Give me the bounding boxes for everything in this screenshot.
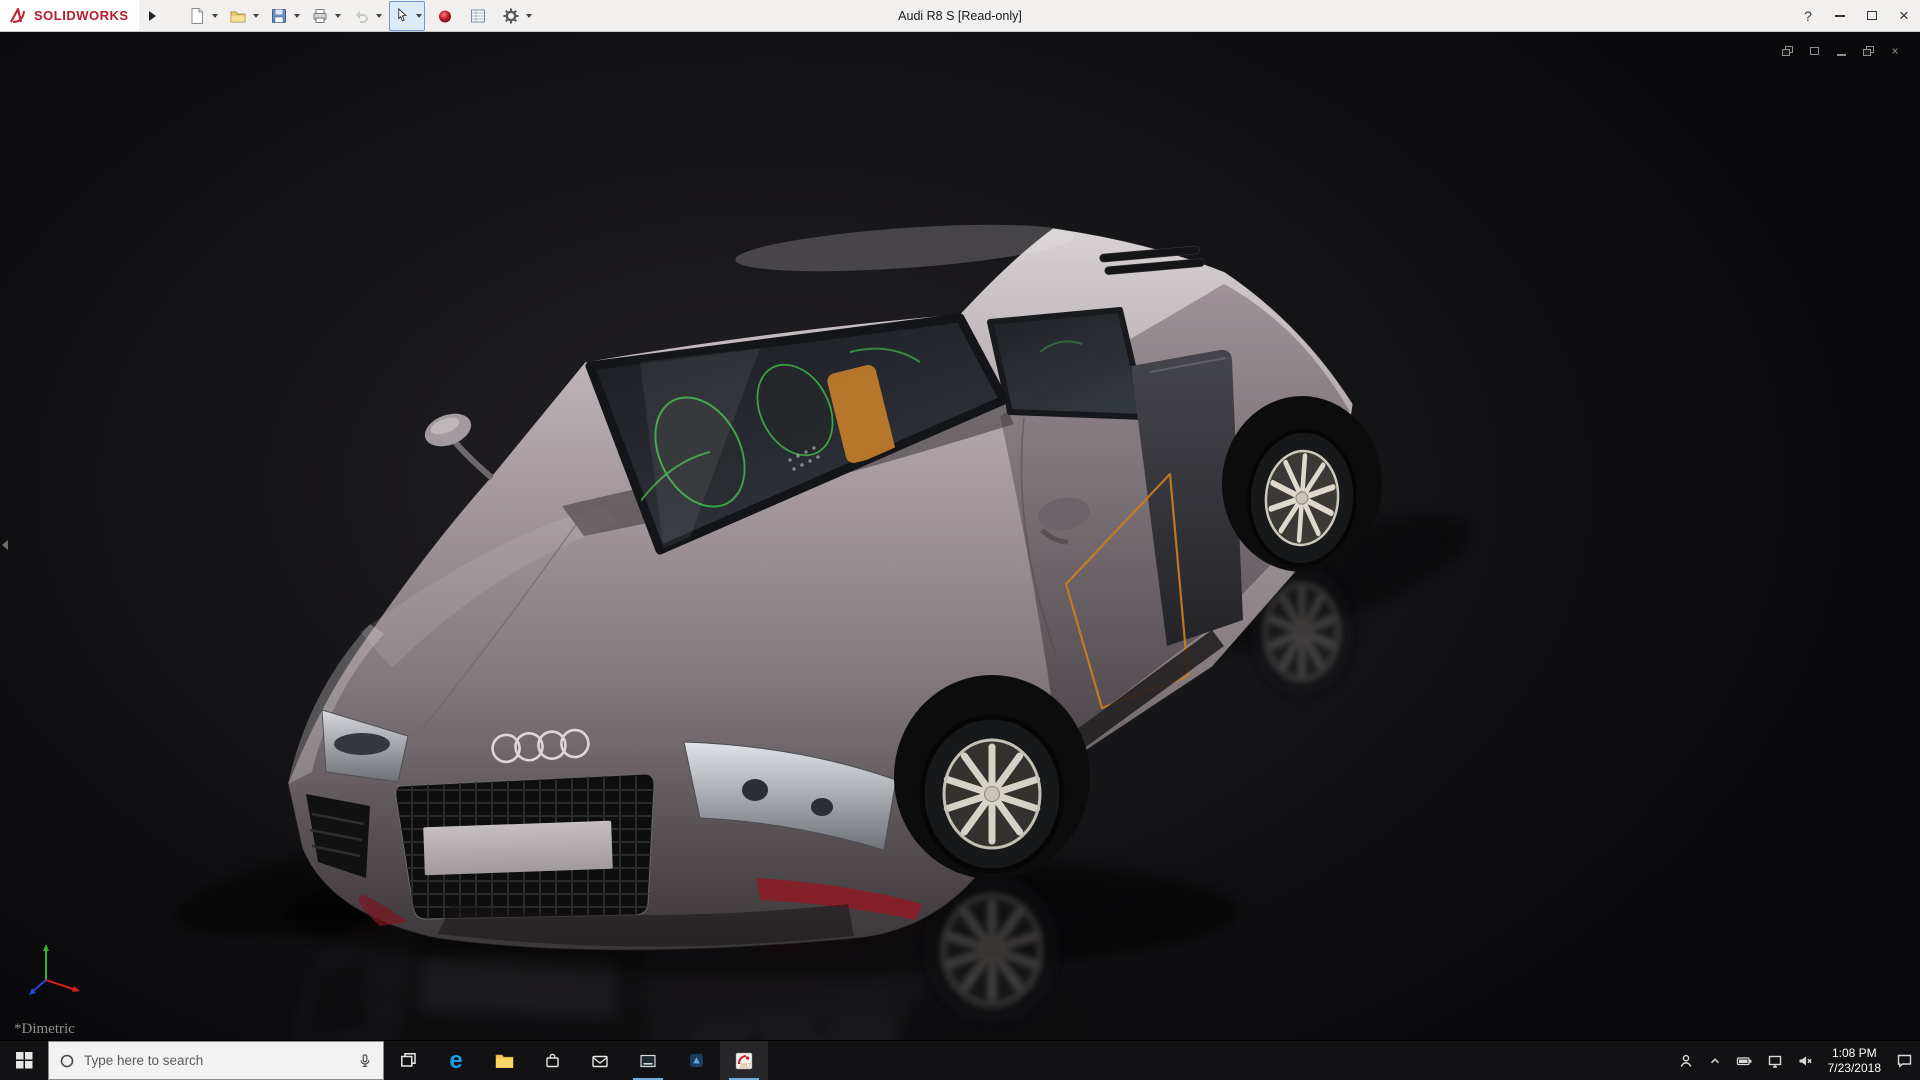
system-tray: 1:08 PM 7/23/2018 — [1671, 1041, 1920, 1080]
store-bag-icon — [544, 1052, 561, 1069]
close-button[interactable]: × — [1888, 0, 1920, 32]
maximize-button[interactable] — [1856, 0, 1888, 32]
doc-cascade-icon[interactable] — [1780, 44, 1794, 58]
solidworks-logo[interactable]: SOLIDWORKS — [0, 0, 139, 31]
solidworks-app[interactable]: 2017 — [720, 1041, 768, 1080]
file-explorer-app[interactable] — [480, 1041, 528, 1080]
orientation-triad — [24, 940, 88, 996]
action-center-button[interactable] — [1889, 1041, 1920, 1080]
select-button[interactable] — [392, 5, 414, 27]
people-icon[interactable] — [1671, 1041, 1701, 1080]
new-document-button[interactable] — [184, 3, 210, 29]
options-button[interactable] — [498, 3, 524, 29]
clock-time: 1:08 PM — [1832, 1046, 1877, 1061]
print-button[interactable] — [307, 3, 333, 29]
table-icon — [469, 7, 487, 25]
open-button[interactable] — [225, 3, 251, 29]
save-button[interactable] — [266, 3, 292, 29]
volume-muted-icon[interactable] — [1790, 1041, 1820, 1080]
battery-icon[interactable] — [1729, 1041, 1760, 1080]
undo-caret[interactable] — [376, 14, 382, 18]
menu-flyout-arrow-icon[interactable] — [149, 11, 156, 21]
select-tool-group — [389, 1, 425, 31]
print-icon — [311, 7, 329, 25]
microphone-icon[interactable] — [357, 1053, 373, 1069]
select-caret[interactable] — [416, 14, 422, 18]
task-view-icon — [400, 1052, 417, 1069]
undo-button[interactable] — [348, 3, 374, 29]
open-folder-icon — [229, 7, 247, 25]
search-input[interactable]: Type here to search — [84, 1053, 348, 1068]
viewer-app-icon — [688, 1052, 705, 1069]
mail-icon — [591, 1053, 609, 1069]
save-caret[interactable] — [294, 14, 300, 18]
gear-icon — [502, 7, 520, 25]
doc-minimize-icon[interactable] — [1834, 44, 1848, 58]
network-icon[interactable] — [1760, 1041, 1790, 1080]
minimize-button[interactable] — [1824, 0, 1856, 32]
app-window-icon — [639, 1053, 657, 1069]
doc-window-icon[interactable] — [1807, 44, 1821, 58]
document-window-controls: × — [1780, 44, 1902, 58]
solidworks-version-badge: 2017 — [740, 1063, 751, 1069]
undo-icon — [352, 7, 370, 25]
titlebar: SOLIDWORKS — [0, 0, 1920, 32]
save-icon — [270, 7, 288, 25]
taskbar: Type here to search e — [0, 1040, 1920, 1080]
tray-chevron-up-icon[interactable] — [1701, 1041, 1729, 1080]
solidworks-window: SOLIDWORKS — [0, 0, 1920, 1080]
table-button[interactable] — [465, 3, 491, 29]
doc-restore-icon[interactable] — [1861, 44, 1875, 58]
edge-icon: e — [449, 1049, 462, 1073]
car-model-render — [0, 32, 1920, 1040]
viewer-app[interactable] — [672, 1041, 720, 1080]
start-button[interactable] — [0, 1041, 48, 1080]
cortana-icon — [59, 1053, 75, 1069]
window-title: Audi R8 S [Read-only] — [898, 9, 1022, 23]
window-app[interactable] — [624, 1041, 672, 1080]
view-orientation-label: *Dimetric — [14, 1021, 75, 1038]
appearance-button[interactable] — [432, 3, 458, 29]
task-view-button[interactable] — [384, 1041, 432, 1080]
select-cursor-icon — [394, 7, 411, 24]
panel-collapse-arrow[interactable] — [0, 532, 10, 558]
new-document-icon — [188, 7, 206, 25]
solidworks-brand-text: SOLIDWORKS — [34, 8, 129, 23]
windows-logo-icon — [16, 1052, 33, 1069]
search-box[interactable]: Type here to search — [48, 1041, 384, 1080]
edge-app[interactable]: e — [432, 1041, 480, 1080]
options-caret[interactable] — [526, 14, 532, 18]
help-button[interactable]: ? — [1792, 0, 1824, 32]
solidworks-app-icon: 2017 — [735, 1052, 753, 1070]
tray-clock[interactable]: 1:08 PM 7/23/2018 — [1820, 1046, 1889, 1076]
doc-close-icon[interactable]: × — [1888, 44, 1902, 58]
quick-toolbar — [184, 1, 539, 31]
mail-app[interactable] — [576, 1041, 624, 1080]
store-app[interactable] — [528, 1041, 576, 1080]
new-document-caret[interactable] — [212, 14, 218, 18]
viewport-3d[interactable]: × *Dimetric — [0, 32, 1920, 1040]
print-caret[interactable] — [335, 14, 341, 18]
clock-date: 7/23/2018 — [1828, 1061, 1881, 1076]
appearance-sphere-icon — [436, 7, 454, 25]
folder-icon — [495, 1052, 514, 1069]
solidworks-logo-icon — [8, 6, 28, 26]
window-controls: ? × — [1792, 0, 1920, 31]
open-caret[interactable] — [253, 14, 259, 18]
